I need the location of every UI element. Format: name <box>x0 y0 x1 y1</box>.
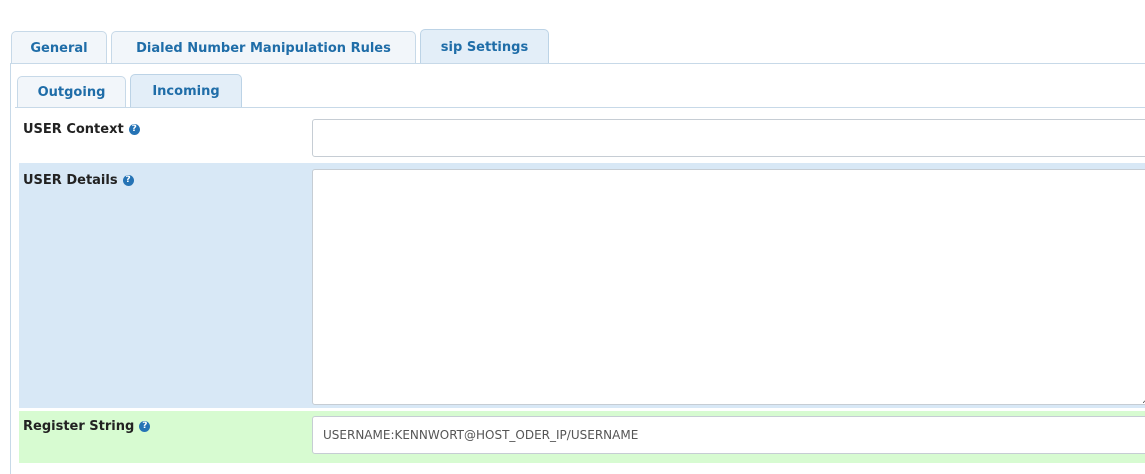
help-icon[interactable]: ? <box>122 175 134 186</box>
tab-general-label: General <box>30 40 88 56</box>
tab-outgoing[interactable]: Outgoing <box>17 76 126 108</box>
inner-tab-divider <box>15 107 1145 108</box>
register-string-row: Register String ? <box>19 411 1145 463</box>
user-context-label-text: USER Context <box>23 122 124 137</box>
tab-sip-settings[interactable]: sip Settings <box>420 29 549 64</box>
register-string-label-text: Register String <box>23 419 135 434</box>
user-details-label: USER Details ? <box>23 173 134 188</box>
user-context-input[interactable] <box>312 119 1145 157</box>
user-details-label-text: USER Details <box>23 173 118 188</box>
help-icon[interactable]: ? <box>139 421 151 432</box>
register-string-label: Register String ? <box>23 419 151 434</box>
inner-tab-bar: Outgoing Incoming <box>17 74 246 108</box>
tab-dialed-number-manipulation-rules[interactable]: Dialed Number Manipulation Rules <box>111 31 416 64</box>
tab-outgoing-label: Outgoing <box>37 85 106 100</box>
outer-tab-bar: General Dialed Number Manipulation Rules… <box>11 29 553 64</box>
register-string-input[interactable] <box>312 416 1145 454</box>
user-context-row: USER Context ? <box>19 110 1145 162</box>
tab-incoming[interactable]: Incoming <box>130 74 242 108</box>
tab-general[interactable]: General <box>11 31 107 64</box>
tab-incoming-label: Incoming <box>152 84 220 99</box>
tab-sip-settings-label: sip Settings <box>440 39 529 55</box>
help-icon[interactable]: ? <box>128 124 140 135</box>
user-details-textarea[interactable] <box>312 169 1145 405</box>
tab-dialed-number-label: Dialed Number Manipulation Rules <box>136 40 391 56</box>
user-details-row: USER Details ? <box>19 163 1145 408</box>
user-context-label: USER Context ? <box>23 122 140 137</box>
